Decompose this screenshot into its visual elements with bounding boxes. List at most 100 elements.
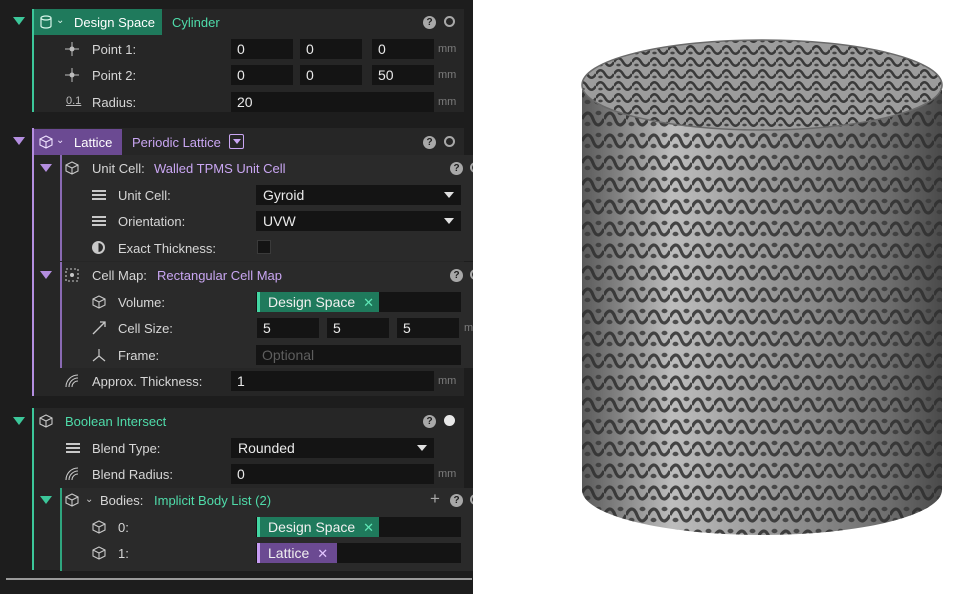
gyroid-lattice-surface: [582, 90, 942, 535]
point1-y-input[interactable]: 0: [300, 39, 362, 59]
half-circle-icon: [92, 241, 105, 254]
cell-size-x-input[interactable]: 5: [257, 318, 319, 338]
point-icon: [65, 42, 79, 56]
chevron-down-icon: [417, 445, 427, 451]
exact-thickness-checkbox[interactable]: [257, 240, 271, 254]
toggle-dot-icon[interactable]: [444, 16, 455, 27]
blend-type-label: Blend Type:: [92, 441, 161, 456]
help-icon[interactable]: ?: [423, 415, 436, 428]
close-icon[interactable]: ✕: [317, 546, 328, 561]
body-0-chip[interactable]: Design Space ✕: [257, 517, 379, 537]
cell-size-z-input[interactable]: 5: [397, 318, 459, 338]
unit-cell-accent-line: [60, 155, 62, 261]
bottom-divider: [6, 578, 472, 580]
body-1-chip[interactable]: Lattice ✕: [257, 543, 337, 563]
point-icon: [65, 68, 79, 82]
help-icon[interactable]: ?: [450, 269, 463, 282]
cell-map-type-label[interactable]: Rectangular Cell Map: [157, 268, 282, 283]
point2-y-input[interactable]: 0: [300, 65, 362, 85]
blend-radius-unit: mm: [438, 468, 457, 480]
approx-thickness-unit: mm: [438, 375, 457, 387]
cylinder-icon: [40, 15, 52, 29]
bodies-type-label[interactable]: Implicit Body List (2): [154, 493, 271, 508]
approx-thickness-input[interactable]: 1: [231, 371, 434, 391]
chevron-down-icon[interactable]: ⌄: [56, 135, 64, 146]
gyroid-cylinder-render: [581, 39, 943, 535]
close-icon[interactable]: ✕: [363, 295, 374, 310]
frame-axes-icon: [92, 349, 106, 362]
design-space-header-label: Design Space: [74, 15, 155, 30]
boolean-header-label[interactable]: Boolean Intersect: [65, 414, 166, 429]
approx-thickness-label: Approx. Thickness:: [92, 374, 203, 389]
lattice-type-label[interactable]: Periodic Lattice: [132, 135, 221, 150]
boolean-accent-line: [32, 408, 34, 570]
unit-cell-type-label[interactable]: Walled TPMS Unit Cell: [154, 161, 285, 176]
body-index-label: 1:: [118, 546, 129, 561]
help-icon[interactable]: ?: [450, 162, 463, 175]
point2-unit: mm: [438, 69, 457, 81]
help-icon[interactable]: ?: [423, 16, 436, 29]
help-icon[interactable]: ?: [423, 136, 436, 149]
boolean-icon: [39, 414, 53, 428]
unit-cell-dropdown-value: Gyroid: [263, 187, 305, 203]
point2-z-input[interactable]: 50: [372, 65, 434, 85]
bodies-icon: [65, 493, 79, 507]
thickness-icon: [65, 374, 79, 388]
body-0-chip-label: Design Space: [268, 519, 356, 535]
toggle-dot-icon[interactable]: [444, 136, 455, 147]
frame-label: Frame:: [118, 348, 160, 363]
radius-input[interactable]: 20: [231, 92, 434, 112]
blend-radius-label: Blend Radius:: [92, 467, 173, 482]
design-space-type-label[interactable]: Cylinder: [172, 15, 220, 30]
expand-design-space-toggle[interactable]: [13, 17, 25, 25]
blend-radius-input[interactable]: 0: [231, 464, 434, 484]
unit-cell-dropdown[interactable]: Gyroid: [256, 185, 461, 205]
properties-panel: ⌄ Design Space Cylinder ? Point 1: 0 0 0…: [0, 0, 473, 594]
toggle-dot-icon[interactable]: [444, 415, 455, 426]
lattice-type-dropdown-button[interactable]: [229, 134, 244, 149]
list-icon: [66, 443, 80, 453]
expand-unit-cell-toggle[interactable]: [40, 164, 52, 172]
volume-label: Volume:: [118, 295, 165, 310]
cell-size-y-input[interactable]: 5: [327, 318, 389, 338]
body-icon: [92, 546, 106, 560]
design-space-header-tab[interactable]: ⌄ Design Space: [34, 9, 162, 35]
radius-label: Radius:: [92, 95, 137, 110]
orientation-label: Orientation:: [118, 214, 186, 229]
bodies-label: Bodies:: [100, 493, 144, 508]
point1-x-input[interactable]: 0: [231, 39, 293, 59]
list-icon: [92, 216, 106, 226]
expand-bodies-toggle[interactable]: [40, 496, 52, 504]
point2-x-input[interactable]: 0: [231, 65, 293, 85]
orientation-dropdown[interactable]: UVW: [256, 211, 461, 231]
chevron-down-icon[interactable]: ⌄: [85, 494, 93, 505]
body-icon: [92, 520, 106, 534]
chevron-down-icon: [444, 192, 454, 198]
point1-unit: mm: [438, 43, 457, 55]
expand-cell-map-toggle[interactable]: [40, 271, 52, 279]
diagonal-arrow-icon: [92, 321, 106, 335]
expand-boolean-toggle[interactable]: [13, 417, 25, 425]
chevron-down-icon: [444, 218, 454, 224]
volume-chip[interactable]: Design Space ✕: [257, 292, 379, 312]
unit-cell-icon: [65, 161, 79, 175]
cell-map-accent-line: [60, 262, 62, 368]
orientation-dropdown-value: UVW: [263, 213, 296, 229]
help-icon[interactable]: ?: [450, 494, 463, 507]
point1-label: Point 1:: [92, 42, 137, 57]
chevron-down-icon[interactable]: ⌄: [56, 15, 64, 26]
close-icon[interactable]: ✕: [363, 520, 374, 535]
lattice-header-tab[interactable]: ⌄ Lattice: [34, 129, 122, 155]
blend-type-dropdown[interactable]: Rounded: [231, 438, 434, 458]
point1-z-input[interactable]: 0: [372, 39, 434, 59]
list-icon: [92, 190, 106, 200]
lattice-icon: [39, 135, 53, 149]
frame-input[interactable]: Optional: [256, 345, 461, 365]
expand-lattice-toggle[interactable]: [13, 137, 25, 145]
chevron-down-icon: [233, 139, 241, 144]
unit-cell-field-label: Unit Cell:: [118, 188, 171, 203]
unit-cell-label: Unit Cell:: [92, 161, 145, 176]
exact-thickness-label: Exact Thickness:: [118, 241, 217, 256]
add-icon[interactable]: +: [430, 489, 440, 509]
cell-size-unit: mm: [464, 322, 473, 334]
